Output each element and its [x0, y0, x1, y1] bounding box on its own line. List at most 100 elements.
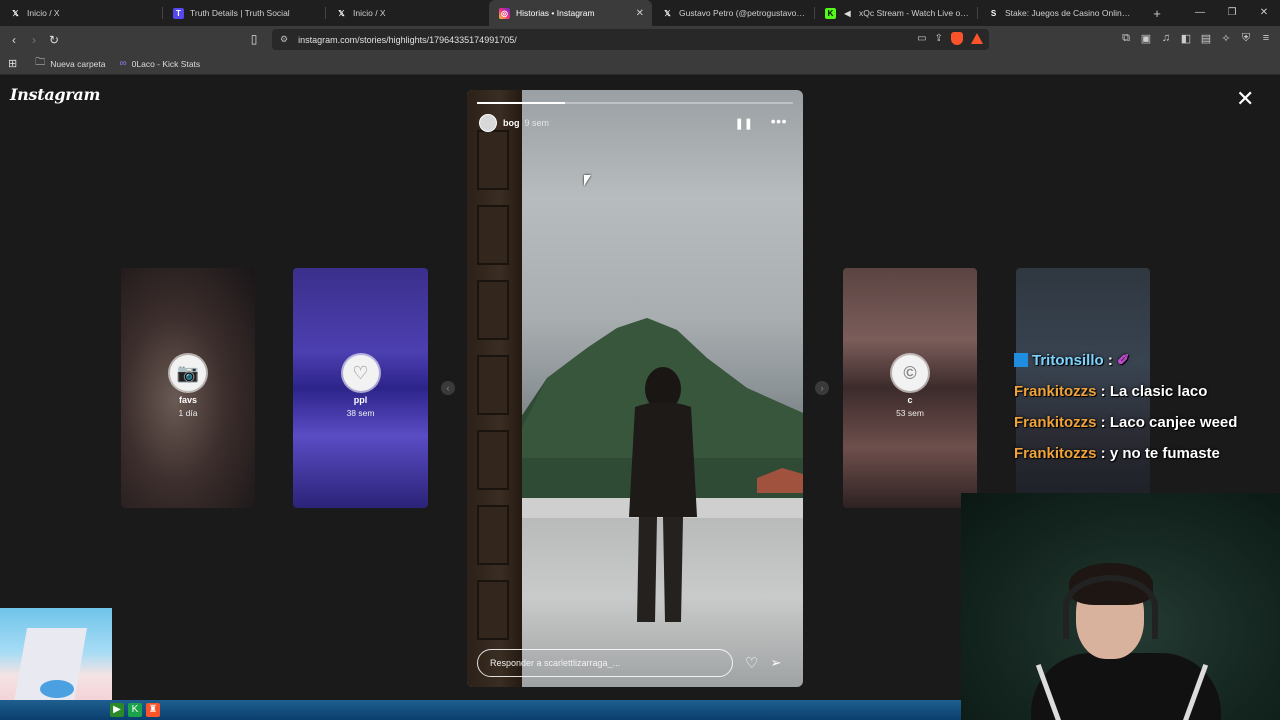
close-viewer-icon[interactable]: ✕ — [1236, 88, 1254, 110]
more-options-icon[interactable]: ••• — [771, 113, 787, 129]
story-header: bog 9 sem ❚❚ ••• — [479, 113, 791, 133]
pause-icon[interactable]: ❚❚ — [735, 117, 753, 130]
chat-message: Tritonsillo : ✐ — [1014, 350, 1280, 372]
extensions-icon[interactable]: ⧉ — [1120, 32, 1132, 45]
brave-rewards-icon[interactable] — [971, 33, 983, 44]
tab-title: Gustavo Petro (@petrogustavo) / X — [679, 8, 807, 18]
story-username[interactable]: bog — [503, 118, 520, 128]
truth-social-icon: T — [173, 7, 184, 19]
media-icon[interactable]: ♫ — [1160, 32, 1172, 45]
cast-icon[interactable]: ▭ — [917, 33, 926, 44]
chat-username: Tritonsillo — [1032, 352, 1104, 369]
site-settings-icon[interactable]: ⚙ — [280, 34, 288, 45]
highlight-age: 38 sem — [346, 408, 375, 418]
bookmark-label: 0Laco - Kick Stats — [131, 58, 201, 69]
door-panel — [477, 280, 509, 340]
taskbar-app-icon[interactable]: K — [128, 703, 142, 717]
wallet-icon[interactable]: ▤ — [1200, 32, 1212, 45]
share-icon[interactable]: ⇪ — [935, 33, 943, 44]
highlight-card-ppl[interactable]: ♡ ppl 38 sem — [293, 268, 428, 508]
bookmark-kick-stats[interactable]: ∞ 0Laco - Kick Stats — [120, 58, 201, 69]
kick-stats-icon: ∞ — [119, 58, 127, 69]
close-window-icon[interactable]: ✕ — [1248, 0, 1280, 26]
kick-icon: K — [825, 7, 836, 19]
like-heart-icon[interactable]: ♡ — [745, 654, 758, 672]
camera-icon: 📷 — [170, 355, 206, 391]
restore-icon[interactable]: ❐ — [1216, 0, 1248, 26]
close-tab-icon[interactable]: ✕ — [636, 8, 644, 19]
apps-grid-icon[interactable]: ⊞ — [8, 57, 17, 70]
menu-icon[interactable]: ≡ — [1260, 32, 1272, 45]
toolbar-actions: ⧉ ▣ ♫ ◧ ▤ ✧ ⛨ ≡ — [1120, 32, 1272, 45]
highlight-name: favs — [178, 395, 197, 405]
url-text: instagram.com/stories/highlights/1796433… — [298, 34, 517, 45]
chat-text: La clasic laco — [1109, 383, 1208, 400]
bookmark-label: Nueva carpeta — [50, 58, 106, 69]
speaker-icon[interactable]: ◀ — [842, 8, 853, 19]
taskbar-brave-icon[interactable]: ♜ — [146, 703, 160, 717]
bookmark-icon[interactable]: ▯ — [244, 32, 264, 46]
highlight-age: 53 sem — [896, 408, 924, 418]
mouse-cursor — [584, 175, 591, 186]
forward-icon[interactable]: › — [24, 33, 44, 47]
highlight-card-c[interactable]: © c 53 sem — [843, 268, 977, 508]
reload-icon[interactable]: ↻ — [44, 33, 64, 47]
chat-username: Frankitozzs — [1014, 414, 1097, 431]
x-logo-icon: 𝕏 — [338, 8, 345, 18]
tab-kick-xqc[interactable]: K ◀ xQc Stream - Watch Live on Kick — [815, 0, 978, 26]
reply-input[interactable] — [477, 649, 733, 677]
folder-icon: 🗀 — [35, 57, 46, 68]
tab-title: Inicio / X — [27, 8, 60, 18]
chat-username: Frankitozzs — [1014, 445, 1097, 462]
minimize-icon[interactable]: — — [1184, 0, 1216, 26]
story-age: 9 sem — [524, 118, 550, 128]
door-panel — [477, 505, 509, 565]
sidebar-icon[interactable]: ◧ — [1180, 32, 1192, 45]
story-photo-door — [467, 90, 522, 687]
tab-title: Truth Details | Truth Social — [190, 8, 290, 18]
next-story-icon[interactable]: › — [815, 381, 829, 395]
tab-truth-social[interactable]: T Truth Details | Truth Social — [163, 0, 326, 26]
taskbar-app-icon[interactable]: ▶ — [110, 703, 124, 717]
highlight-name: ppl — [353, 395, 368, 405]
address-bar[interactable]: ⚙ instagram.com/stories/highlights/17964… — [272, 29, 989, 50]
screenshot-icon[interactable]: ▣ — [1140, 32, 1152, 45]
instagram-icon: ◎ — [499, 7, 510, 19]
address-bar-actions: ▭ ⇪ — [917, 32, 983, 45]
bookmark-nueva-carpeta[interactable]: 🗀 Nueva carpeta — [35, 55, 105, 72]
previous-story-icon[interactable]: ‹ — [441, 381, 455, 395]
brave-shields-icon[interactable] — [951, 32, 963, 45]
door-panel — [477, 130, 509, 190]
active-story[interactable]: bog 9 sem ❚❚ ••• ♡ ➢ — [467, 90, 803, 687]
taskbar-icons: ▶ K ♜ — [110, 703, 160, 717]
avatar[interactable] — [479, 114, 497, 132]
story-progress-fill — [477, 102, 566, 104]
tab-x-petro[interactable]: 𝕏 Gustavo Petro (@petrogustavo) / X — [652, 0, 815, 26]
screen: 𝕏 Inicio / X T Truth Details | Truth Soc… — [0, 0, 1280, 720]
leo-ai-icon[interactable]: ✧ — [1220, 32, 1232, 45]
highlight-age: 1 día — [178, 408, 198, 418]
back-icon[interactable]: ‹ — [4, 33, 24, 47]
headset-icon — [1063, 575, 1158, 639]
new-tab-button[interactable]: + — [1147, 6, 1167, 21]
vpn-icon[interactable]: ⛨ — [1240, 32, 1252, 45]
chat-message: Frankitozzs : Laco canjee weed — [1014, 414, 1238, 431]
game-crowd — [40, 680, 74, 698]
x-logo-icon: 𝕏 — [664, 8, 671, 18]
highlight-card-favs[interactable]: 📷 favs 1 día — [121, 268, 255, 508]
tab-instagram[interactable]: ◎ Historias • Instagram ✕ — [489, 0, 652, 26]
tab-x-inicio-1[interactable]: 𝕏 Inicio / X — [0, 0, 163, 26]
send-icon[interactable]: ➢ — [770, 655, 781, 671]
x-logo-icon: 𝕏 — [12, 8, 19, 18]
tab-x-inicio-2[interactable]: 𝕏 Inicio / X — [326, 0, 489, 26]
browser-tab-strip: 𝕏 Inicio / X T Truth Details | Truth Soc… — [0, 0, 1280, 26]
door-panel — [477, 355, 509, 415]
emote-icon: ✐ — [1117, 352, 1130, 369]
door-panel — [477, 580, 509, 640]
tab-title: Stake: Juegos de Casino Online y Ap — [1005, 8, 1133, 18]
tab-stake[interactable]: S Stake: Juegos de Casino Online y Ap — [978, 0, 1141, 26]
tab-title: Inicio / X — [353, 8, 386, 18]
bookmarks-bar: ⊞ 🗀 Nueva carpeta ∞ 0Laco - Kick Stats — [0, 53, 1280, 75]
window-controls: — ❐ ✕ — [1184, 0, 1280, 26]
instagram-logo[interactable]: Instagram — [10, 85, 100, 104]
